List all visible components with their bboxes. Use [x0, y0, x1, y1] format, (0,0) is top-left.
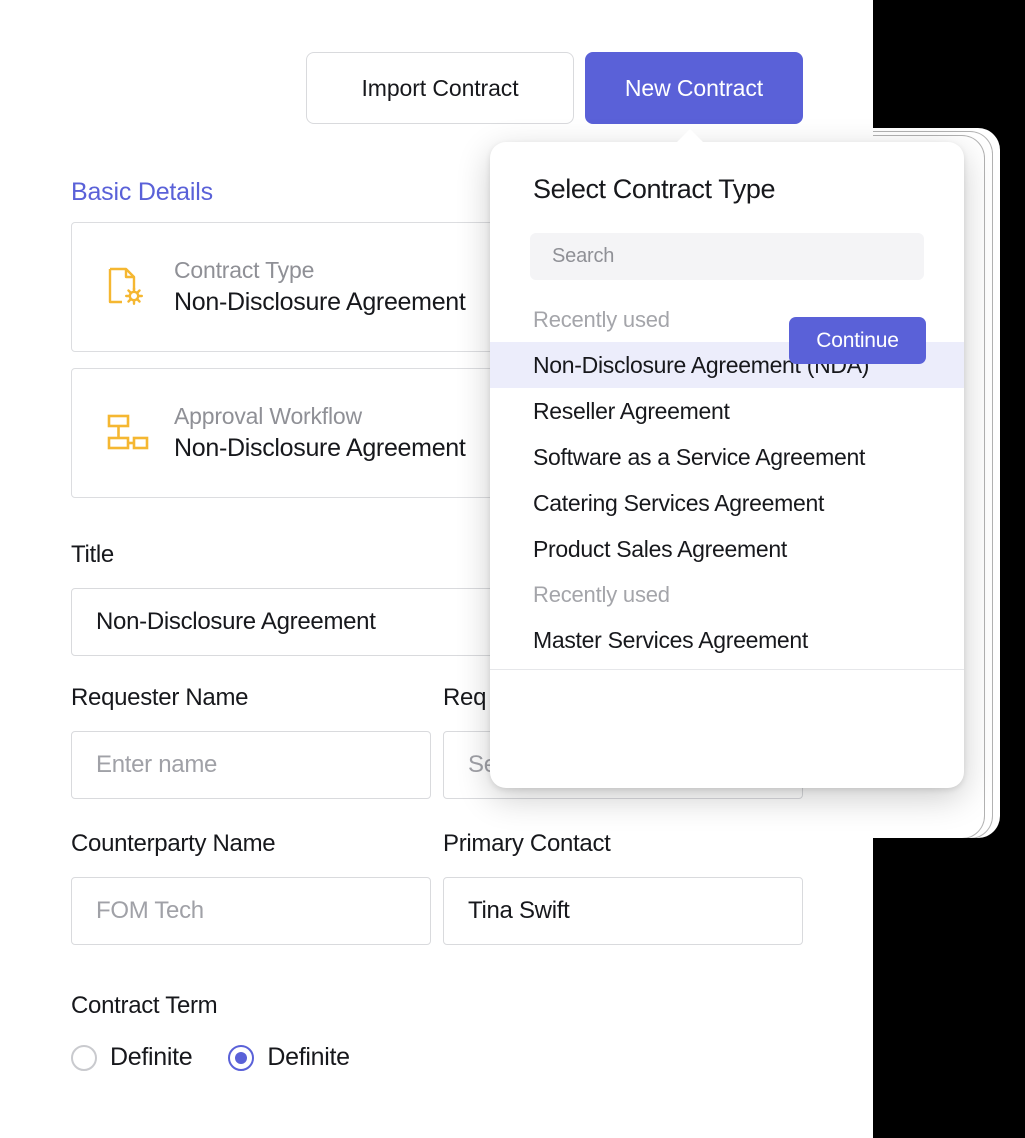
continue-button[interactable]: Continue [789, 317, 926, 364]
import-contract-button[interactable]: Import Contract [306, 52, 574, 124]
contract-type-text: Contract Type Non-Disclosure Agreement [174, 257, 466, 317]
list-item[interactable]: Reseller Agreement [490, 388, 964, 434]
requester-email-label: Req [443, 684, 486, 712]
contract-type-value: Non-Disclosure Agreement [174, 288, 466, 317]
contract-term-label: Contract Term [71, 992, 217, 1020]
screen: Import Contract New Contract Basic Detai… [0, 0, 1025, 1138]
toolbar: Import Contract New Contract [306, 52, 803, 124]
counterparty-name-label: Counterparty Name [71, 830, 275, 858]
list-item[interactable]: Product Sales Agreement [490, 526, 964, 572]
contract-term-radio-group: Definite Definite [71, 1043, 350, 1072]
list-item[interactable]: Master Services Agreement [490, 617, 964, 663]
primary-contact-input[interactable]: Tina Swift [443, 877, 803, 945]
section-title-basic-details: Basic Details [71, 178, 213, 207]
popover-footer [490, 670, 964, 788]
requester-name-label: Requester Name [71, 684, 248, 712]
radio-icon-selected[interactable] [228, 1045, 254, 1071]
radio-icon[interactable] [71, 1045, 97, 1071]
list-item[interactable]: Catering Services Agreement [490, 480, 964, 526]
list-item[interactable]: Software as a Service Agreement [490, 434, 964, 480]
contract-type-label: Contract Type [174, 257, 466, 284]
counterparty-name-input[interactable]: FOM Tech [71, 877, 431, 945]
contract-term-option-1[interactable]: Definite [71, 1043, 192, 1072]
approval-workflow-text: Approval Workflow Non-Disclosure Agreeme… [174, 403, 466, 463]
popover-title: Select Contract Type [533, 174, 775, 205]
workflow-hierarchy-icon [100, 413, 152, 453]
primary-contact-label: Primary Contact [443, 830, 611, 858]
document-gear-icon [100, 264, 152, 310]
contract-term-option-2-label: Definite [267, 1043, 349, 1072]
group-label-recently-used-2: Recently used [490, 572, 964, 617]
contract-term-option-1-label: Definite [110, 1043, 192, 1072]
requester-name-input[interactable]: Enter name [71, 731, 431, 799]
title-label: Title [71, 541, 114, 569]
approval-workflow-label: Approval Workflow [174, 403, 466, 430]
select-contract-type-popover: Select Contract Type Search Recently use… [490, 142, 964, 788]
approval-workflow-value: Non-Disclosure Agreement [174, 434, 466, 463]
contract-type-search-input[interactable]: Search [530, 233, 924, 280]
contract-term-option-2[interactable]: Definite [228, 1043, 349, 1072]
new-contract-button[interactable]: New Contract [585, 52, 803, 124]
